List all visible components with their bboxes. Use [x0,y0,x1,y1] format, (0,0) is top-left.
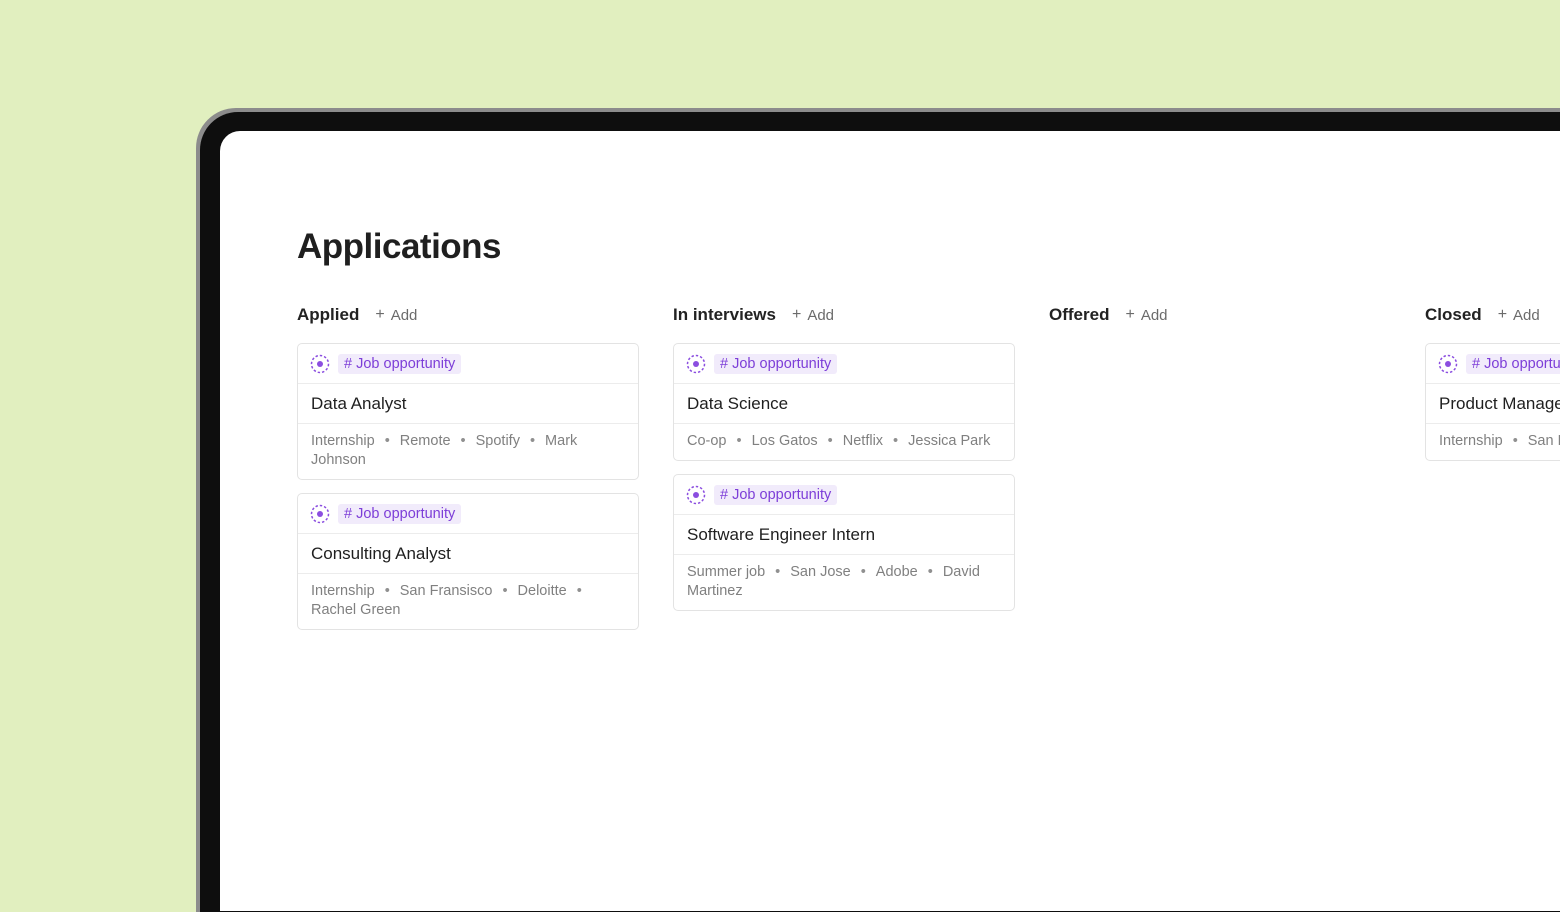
card-tag-row: # Job opportunity [298,494,638,534]
bullet-separator: • [529,433,536,449]
card-meta-item: San Fransisco [399,583,493,599]
add-label: Add [807,306,835,324]
hash-icon: # [344,505,357,522]
card-title: Data Science [674,384,1014,424]
dashed-circle-icon [1438,354,1458,374]
tag-label: Job opportunity [1484,355,1560,372]
column-title: In interviews [673,305,776,324]
job-opportunity-tag[interactable]: # Job opportunity [338,353,462,374]
card-meta-item: Deloitte [517,583,567,599]
card-meta-item: Internship [1439,433,1503,449]
job-opportunity-tag[interactable]: # Job opportunity [1466,353,1560,374]
card-meta-item: Internship [311,433,375,449]
card-meta: Internship•San Francisco•Lee [1426,424,1560,460]
bullet-separator: • [384,433,390,449]
bullet-separator: • [576,583,582,599]
add-label: Add [1513,306,1540,324]
bullet-separator: • [927,564,933,580]
tag-label: Job opportunity [356,355,456,372]
column-title: Applied [297,305,360,324]
card-meta-item: Internship [311,583,375,599]
add-card-button[interactable]: + Add [1125,306,1167,324]
column-header: In interviews + Add [673,303,1015,327]
application-card[interactable]: # Job opportunity Data Science Co-op • Los G… [673,343,1015,461]
column-title: Offered [1049,305,1110,324]
card-title: Product Manager [1426,384,1560,424]
job-opportunity-tag[interactable]: # Job opportunity [714,353,838,374]
card-meta-item: Los Gatos [751,433,818,449]
bullet-separator: • [775,564,781,580]
column-header: Offered + Add [1049,303,1391,327]
card-tag-row: # Job opportunity [1426,344,1560,384]
bullet-separator: • [827,433,833,449]
column-header: Applied + Add [297,303,639,327]
bullet-separator: • [1512,433,1518,449]
dashed-circle-icon [686,485,706,505]
column-offered: Offered + Add [1049,303,1391,343]
column-in-interviews: In interviews + Add # Job opportunity Data S… [673,303,1015,624]
bullet-separator: • [860,564,866,580]
bullet-separator: • [736,433,742,449]
card-meta: Co-op • Los Gatos • Netflix • Jessica Park [674,424,1014,460]
column-header: Closed + Add [1425,303,1560,327]
add-label: Add [390,306,418,324]
bullet-separator: • [460,433,466,449]
bullet-separator: • [893,433,899,449]
add-card-button[interactable]: + Add [792,306,834,324]
card-meta-item: Spotify [475,433,520,449]
card-meta-item: Adobe [875,564,918,580]
plus-icon: + [791,306,802,323]
bullet-separator: • [502,583,508,599]
plus-icon: + [1125,306,1135,323]
card-tag-row: # Job opportunity [674,344,1014,384]
app-screen: Applications Applied + Add # Job opportunit… [220,131,1560,911]
card-title: Software Engineer Intern [674,515,1014,555]
plus-icon: + [1497,306,1508,323]
add-label: Add [1140,306,1168,324]
card-meta-item: Co-op [687,433,727,449]
card-meta: Summer job • San Jose • Adobe • David Martinez [674,555,1014,610]
hash-icon: # [1472,355,1485,372]
card-meta-item: Rachel Green [311,602,401,618]
column-closed: Closed + Add # Job opportunity Product Manag… [1425,303,1560,474]
tag-label: Job opportunity [356,505,456,522]
card-title: Data Analyst [298,384,638,424]
hash-icon: # [720,486,733,503]
plus-icon: + [375,306,385,323]
hash-icon: # [720,355,733,372]
card-tag-row: # Job opportunity [298,344,638,384]
application-card[interactable]: # Job opportunity Data Analyst Internship •… [297,343,639,480]
card-meta: Internship • Remote • Spotify • Mark Johnson [298,424,638,479]
card-meta: Internship • San Fransisco • Deloitte • Rachel… [298,574,638,629]
card-meta-item: San Jose [790,564,851,580]
add-card-button[interactable]: + Add [1498,306,1540,324]
hash-icon: # [344,355,357,372]
card-meta-item: Remote [399,433,451,449]
card-meta-item: San Francisco [1527,433,1560,449]
dashed-circle-icon [310,354,330,374]
dashed-circle-icon [686,354,706,374]
job-opportunity-tag[interactable]: # Job opportunity [338,503,462,524]
job-opportunity-tag[interactable]: # Job opportunity [714,484,838,505]
application-card[interactable]: # Job opportunity Software Engineer Inter… [673,474,1015,611]
bullet-separator: • [384,583,390,599]
column-title: Closed [1425,305,1482,324]
card-title: Consulting Analyst [298,534,638,574]
column-applied: Applied + Add # Job opportunity Data Analyst… [297,303,639,643]
add-card-button[interactable]: + Add [375,306,417,324]
tag-label: Job opportunity [732,355,832,372]
page-title: Applications [297,227,502,266]
card-tag-row: # Job opportunity [674,475,1014,515]
card-meta-item: Jessica Park [908,433,991,449]
application-card[interactable]: # Job opportunity Product Manager Internsh… [1425,343,1560,461]
application-card[interactable]: # Job opportunity Consulting Analyst Inter… [297,493,639,630]
tag-label: Job opportunity [732,486,832,503]
card-meta-item: Summer job [687,564,766,580]
dashed-circle-icon [310,504,330,524]
card-meta-item: Netflix [842,433,884,449]
